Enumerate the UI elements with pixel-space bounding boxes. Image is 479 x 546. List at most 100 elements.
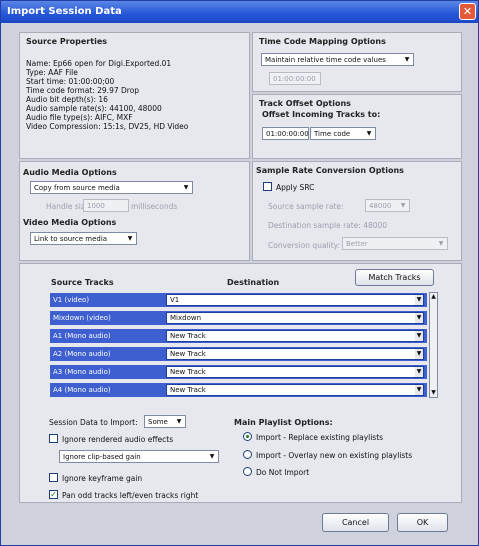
chevron-down-icon: ▼ xyxy=(415,331,423,341)
chevron-down-icon: ▼ xyxy=(415,385,423,395)
track-row[interactable]: Mixdown (video) Mixdown ▼ xyxy=(50,311,427,325)
track-destination-value: New Track xyxy=(170,386,206,394)
tc-mapping-title: Time Code Mapping Options xyxy=(259,37,386,46)
chevron-down-icon: ▼ xyxy=(415,367,423,377)
track-source: V1 (video) xyxy=(53,296,90,304)
destination-header: Destination xyxy=(227,278,280,287)
track-destination-select[interactable]: New Track ▼ xyxy=(166,330,424,342)
audio-media-value: Copy from source media xyxy=(34,184,120,192)
clip-gain-value: Ignore clip-based gain xyxy=(63,453,141,461)
chevron-down-icon: ▼ xyxy=(209,453,215,460)
dialog-title: Import Session Data xyxy=(7,6,122,17)
src-panel: Sample Rate Conversion Options Apply SRC… xyxy=(252,161,462,261)
source-rate-value: 48000 xyxy=(369,202,392,210)
quality-select: Better ▼ xyxy=(342,237,448,250)
playlist-none-label: Do Not Import xyxy=(256,468,310,477)
playlist-replace-radio[interactable] xyxy=(243,432,252,441)
ignore-keyframe-label: Ignore keyframe gain xyxy=(62,474,143,483)
scroll-up-icon[interactable]: ▲ xyxy=(430,293,437,301)
chevron-down-icon: ▼ xyxy=(176,418,182,425)
track-row[interactable]: V1 (video) V1 ▼ xyxy=(50,293,427,307)
track-destination-value: V1 xyxy=(170,296,180,304)
playlist-title: Main Playlist Options: xyxy=(234,418,333,427)
track-source: A2 (Mono audio) xyxy=(53,350,111,358)
prop-bit-depth: Audio bit depth(s): 16 xyxy=(26,95,108,104)
track-destination-select[interactable]: New Track ▼ xyxy=(166,384,424,396)
chevron-down-icon: ▼ xyxy=(183,184,189,191)
prop-video-compression: Video Compression: 15:1s, DV25, HD Video xyxy=(26,122,189,131)
source-properties-panel: Source Properties Name: Ep66 open for Di… xyxy=(19,32,250,159)
source-rate-label: Source sample rate: xyxy=(268,202,344,211)
media-options-panel: Audio Media Options Copy from source med… xyxy=(19,161,250,261)
ignore-keyframe-checkbox[interactable] xyxy=(49,473,58,482)
prop-sample-rate: Audio sample rate(s): 44100, 48000 xyxy=(26,104,162,113)
quality-label: Conversion quality: xyxy=(268,241,341,250)
track-destination-select[interactable]: V1 ▼ xyxy=(166,294,424,306)
chevron-down-icon: ▼ xyxy=(400,202,406,209)
track-row[interactable]: A1 (Mono audio) New Track ▼ xyxy=(50,329,427,343)
audio-media-title: Audio Media Options xyxy=(23,168,117,177)
handle-size-input: 1000 xyxy=(83,199,129,212)
playlist-none-radio[interactable] xyxy=(243,467,252,476)
track-destination-select[interactable]: New Track ▼ xyxy=(166,348,424,360)
track-source: A3 (Mono audio) xyxy=(53,368,111,376)
track-destination-value: New Track xyxy=(170,368,206,376)
prop-file-type: Audio file type(s): AIFC, MXF xyxy=(26,113,133,122)
source-rate-select: 48000 ▼ xyxy=(365,199,410,212)
apply-src-checkbox[interactable] xyxy=(263,182,272,191)
track-source: A4 (Mono audio) xyxy=(53,386,111,394)
chevron-down-icon: ▼ xyxy=(366,130,372,137)
tc-mapping-value: Maintain relative time code values xyxy=(265,56,386,64)
track-offset-subtitle: Offset Incoming Tracks to: xyxy=(262,110,381,119)
pan-odd-label: Pan odd tracks left/even tracks right xyxy=(62,491,199,500)
track-row[interactable]: A3 (Mono audio) New Track ▼ xyxy=(50,365,427,379)
track-row[interactable]: A4 (Mono audio) New Track ▼ xyxy=(50,383,427,397)
source-tracks-header: Source Tracks xyxy=(51,278,114,287)
quality-value: Better xyxy=(346,240,368,248)
playlist-overlay-radio[interactable] xyxy=(243,450,252,459)
dest-rate-label: Destination sample rate: 48000 xyxy=(268,221,388,230)
track-offset-panel: Track Offset Options Offset Incoming Tra… xyxy=(252,94,462,159)
chevron-down-icon: ▼ xyxy=(415,349,423,359)
clip-gain-select[interactable]: Ignore clip-based gain ▼ xyxy=(59,450,219,463)
prop-name: Name: Ep66 open for Digi.Exported.01 xyxy=(26,59,172,68)
ok-button[interactable]: OK xyxy=(397,513,448,532)
audio-media-select[interactable]: Copy from source media ▼ xyxy=(30,181,193,194)
session-data-select[interactable]: Some ▼ xyxy=(144,415,186,428)
track-offset-input[interactable]: 01:00:00:00 xyxy=(262,127,309,140)
ignore-rendered-checkbox[interactable] xyxy=(49,434,58,443)
track-destination-value: New Track xyxy=(170,350,206,358)
video-media-title: Video Media Options xyxy=(23,218,117,227)
pan-odd-checkbox[interactable]: ✓ xyxy=(49,490,58,499)
track-offset-title: Track Offset Options xyxy=(259,99,351,108)
track-row[interactable]: A2 (Mono audio) New Track ▼ xyxy=(50,347,427,361)
close-icon[interactable]: ✕ xyxy=(459,3,476,20)
apply-src-label: Apply SRC xyxy=(276,183,315,192)
track-destination-value: Mixdown xyxy=(170,314,202,322)
cancel-button[interactable]: Cancel xyxy=(322,513,389,532)
chevron-down-icon: ▼ xyxy=(415,295,423,305)
chevron-down-icon: ▼ xyxy=(404,56,410,63)
tracks-scrollbar[interactable]: ▲ ▼ xyxy=(429,292,438,398)
source-properties-title: Source Properties xyxy=(26,37,108,46)
video-media-select[interactable]: Link to source media ▼ xyxy=(30,232,137,245)
tc-mapping-select[interactable]: Maintain relative time code values ▼ xyxy=(261,53,414,66)
tc-mapping-panel: Time Code Mapping Options Maintain relat… xyxy=(252,32,462,92)
prop-start-time: Start time: 01:00:00;00 xyxy=(26,77,115,86)
chevron-down-icon: ▼ xyxy=(127,235,133,242)
track-source: Mixdown (video) xyxy=(53,314,111,322)
track-destination-select[interactable]: New Track ▼ xyxy=(166,366,424,378)
prop-type: Type: AAF File xyxy=(26,68,78,77)
chevron-down-icon: ▼ xyxy=(415,313,423,323)
track-offset-unit-value: Time code xyxy=(314,130,351,138)
handle-size-unit: milliseconds xyxy=(131,202,178,211)
playlist-overlay-label: Import - Overlay new on existing playlis… xyxy=(256,451,413,460)
track-source: A1 (Mono audio) xyxy=(53,332,111,340)
session-data-value: Some xyxy=(148,418,168,426)
track-destination-select[interactable]: Mixdown ▼ xyxy=(166,312,424,324)
title-bar: Import Session Data ✕ xyxy=(1,1,478,23)
match-tracks-button[interactable]: Match Tracks xyxy=(355,269,434,286)
prop-tc-format: Time code format: 29.97 Drop xyxy=(26,86,140,95)
track-offset-unit-select[interactable]: Time code ▼ xyxy=(310,127,376,140)
scroll-down-icon[interactable]: ▼ xyxy=(430,389,437,397)
